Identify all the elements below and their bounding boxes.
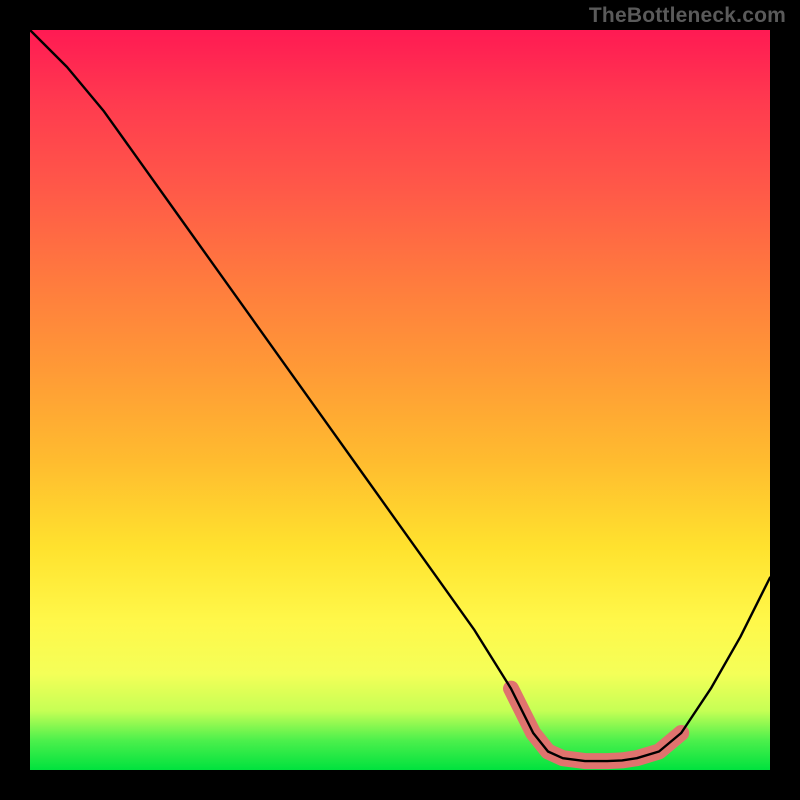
chart-stage: TheBottleneck.com [0,0,800,800]
bottleneck-curve-path [30,30,770,761]
plot-area [30,30,770,770]
curve-layer [30,30,770,770]
highlight-band-path [511,689,681,762]
watermark-text: TheBottleneck.com [589,4,786,28]
